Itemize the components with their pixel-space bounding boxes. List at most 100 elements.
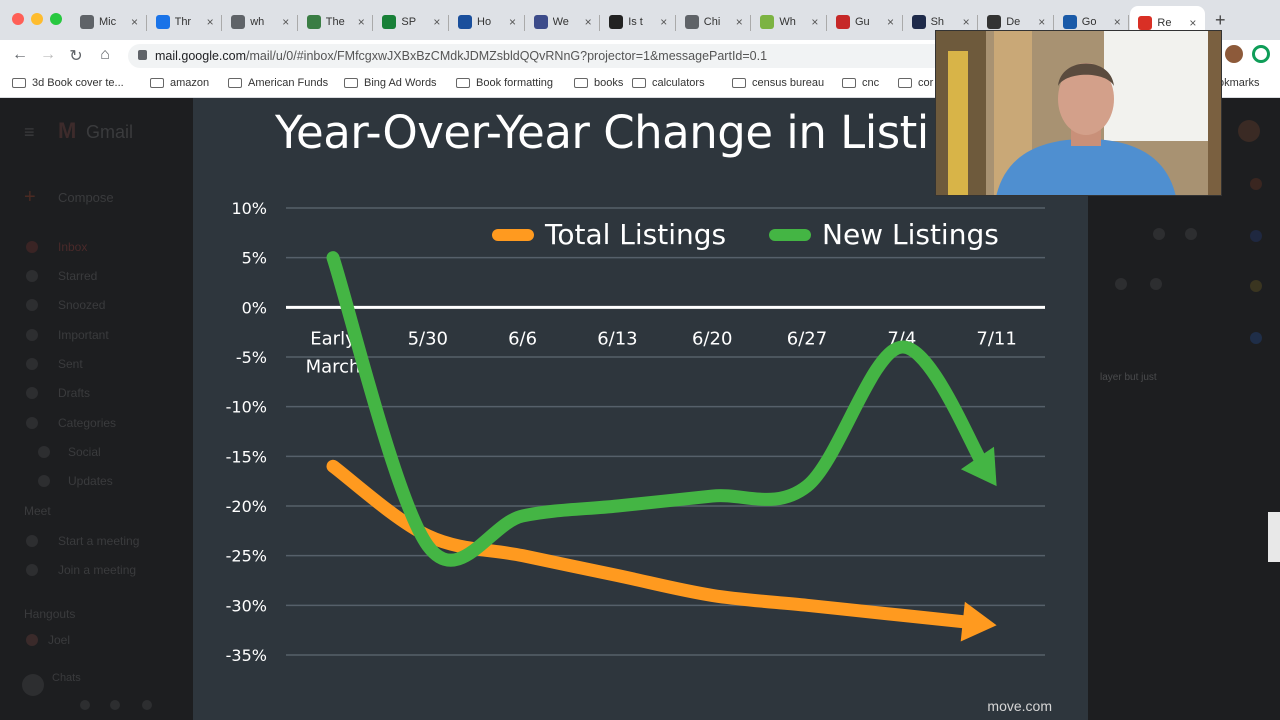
tab-close-icon[interactable]: × bbox=[887, 15, 894, 29]
tab-favicon-icon bbox=[80, 15, 94, 29]
browser-tab[interactable]: Thr × bbox=[148, 8, 223, 36]
tab-favicon-icon bbox=[836, 15, 850, 29]
start-meeting-link[interactable]: Start a meeting bbox=[58, 534, 139, 548]
reply-icon[interactable] bbox=[1150, 278, 1162, 290]
browser-tab[interactable]: Ho × bbox=[450, 8, 525, 36]
browser-tab[interactable]: The × bbox=[299, 8, 374, 36]
browser-tab[interactable]: SP × bbox=[374, 8, 449, 36]
star-icon[interactable] bbox=[1115, 278, 1127, 290]
nav-icon bbox=[26, 299, 38, 311]
nav-item[interactable]: Snoozed bbox=[58, 298, 105, 312]
bookmark-item[interactable]: books bbox=[574, 77, 623, 89]
browser-tab[interactable]: Is t × bbox=[601, 8, 676, 36]
lock-icon bbox=[138, 50, 147, 60]
nav-item[interactable]: Drafts bbox=[58, 386, 90, 400]
tab-favicon-icon bbox=[609, 15, 624, 29]
keep-icon[interactable] bbox=[1250, 280, 1262, 292]
account-avatar[interactable] bbox=[1238, 120, 1260, 142]
nav-item[interactable]: Updates bbox=[68, 474, 113, 488]
tab-close-icon[interactable]: × bbox=[509, 15, 516, 29]
calendar-icon[interactable] bbox=[1250, 178, 1262, 190]
tab-separator bbox=[599, 15, 601, 31]
browser-tab[interactable]: Chi × bbox=[677, 8, 752, 36]
gmail-m-logo-icon: M bbox=[58, 118, 77, 143]
scrollbar-thumb[interactable] bbox=[1268, 512, 1280, 562]
tab-close-icon[interactable]: × bbox=[207, 15, 214, 29]
bookmark-item[interactable]: 3d Book cover te... bbox=[12, 77, 124, 89]
tab-separator bbox=[221, 15, 223, 31]
bookmark-item[interactable]: cnc bbox=[842, 77, 879, 89]
tasks-icon[interactable] bbox=[1250, 230, 1262, 242]
reload-button[interactable]: ↻ bbox=[66, 46, 86, 66]
tab-close-icon[interactable]: × bbox=[282, 15, 289, 29]
tab-close-icon[interactable]: × bbox=[736, 15, 743, 29]
tab-close-icon[interactable]: × bbox=[963, 15, 970, 29]
compose-button[interactable]: Compose bbox=[58, 190, 114, 205]
chat-icon[interactable] bbox=[110, 700, 120, 710]
main-menu-icon[interactable]: ≡ bbox=[24, 122, 35, 143]
bookmark-item[interactable]: amazon bbox=[150, 77, 209, 89]
bookmark-item[interactable]: Bing Ad Words bbox=[344, 77, 437, 89]
contacts-icon[interactable] bbox=[1250, 332, 1262, 344]
nav-icon bbox=[26, 329, 38, 341]
tab-favicon-icon bbox=[684, 15, 699, 29]
close-window-button[interactable] bbox=[12, 13, 24, 25]
bookmark-item[interactable]: American Funds bbox=[228, 77, 328, 89]
bookmark-item[interactable]: census bureau bbox=[732, 77, 824, 89]
print-icon[interactable] bbox=[1153, 228, 1165, 240]
extension-icon[interactable] bbox=[1252, 45, 1270, 63]
forward-button[interactable]: → bbox=[38, 46, 58, 64]
browser-tab[interactable]: Wh × bbox=[752, 8, 827, 36]
open-new-window-icon[interactable] bbox=[1185, 228, 1197, 240]
compose-plus-icon: + bbox=[24, 186, 36, 208]
join-meeting-link[interactable]: Join a meeting bbox=[58, 563, 136, 577]
gmail-brand: Gmail bbox=[86, 122, 134, 142]
bookmark-label: Bing Ad Words bbox=[364, 77, 437, 89]
tab-close-icon[interactable]: × bbox=[433, 15, 440, 29]
tab-favicon-icon bbox=[382, 15, 397, 29]
bookmark-item[interactable]: okmarks bbox=[1218, 77, 1260, 89]
tab-close-icon[interactable]: × bbox=[811, 15, 818, 29]
minimize-window-button[interactable] bbox=[31, 13, 43, 25]
bookmark-item[interactable]: cor bbox=[898, 77, 933, 89]
tab-close-icon[interactable]: × bbox=[358, 15, 365, 29]
folder-icon bbox=[150, 78, 164, 88]
phone-icon[interactable] bbox=[142, 700, 152, 710]
y-tick-label: -30% bbox=[226, 596, 267, 615]
y-tick-label: 5% bbox=[242, 249, 267, 268]
bookmark-item[interactable]: calculators bbox=[632, 77, 705, 89]
folder-icon bbox=[842, 78, 856, 88]
series-line-new-listings bbox=[326, 251, 995, 567]
profile-avatar[interactable] bbox=[1225, 45, 1243, 63]
tab-separator bbox=[826, 15, 827, 31]
bookmark-item[interactable]: Book formatting bbox=[456, 77, 553, 89]
nav-item[interactable]: Social bbox=[68, 445, 101, 459]
nav-item[interactable]: Important bbox=[58, 328, 109, 342]
zoom-window-button[interactable] bbox=[50, 13, 62, 25]
nav-item[interactable]: Categories bbox=[58, 416, 116, 430]
back-button[interactable]: ← bbox=[10, 46, 30, 64]
browser-tab[interactable]: Gu × bbox=[828, 8, 903, 36]
tab-close-icon[interactable]: × bbox=[585, 15, 592, 29]
hangouts-avatar bbox=[26, 634, 38, 646]
browser-tab[interactable]: wh × bbox=[223, 8, 298, 36]
new-tab-button[interactable]: + bbox=[1215, 10, 1226, 31]
bookmark-label: calculators bbox=[652, 77, 705, 89]
browser-tab[interactable]: Mic × bbox=[72, 8, 147, 36]
browser-tab[interactable]: We × bbox=[526, 8, 601, 36]
person-icon[interactable] bbox=[80, 700, 90, 710]
tab-close-icon[interactable]: × bbox=[1038, 15, 1045, 29]
tab-close-icon[interactable]: × bbox=[1189, 16, 1196, 30]
hangouts-user[interactable]: Joel bbox=[48, 633, 70, 647]
x-tick-label: 6/20 bbox=[692, 328, 732, 349]
email-snippet: layer but just bbox=[1100, 372, 1157, 383]
nav-item[interactable]: Starred bbox=[58, 269, 97, 283]
home-button[interactable]: ⌂ bbox=[95, 46, 115, 64]
tab-separator bbox=[750, 15, 752, 31]
tab-favicon-icon bbox=[1138, 16, 1153, 30]
tab-close-icon[interactable]: × bbox=[131, 15, 138, 29]
tab-close-icon[interactable]: × bbox=[1114, 15, 1121, 29]
tab-close-icon[interactable]: × bbox=[660, 15, 667, 29]
nav-item[interactable]: Sent bbox=[58, 357, 83, 371]
nav-item[interactable]: Inbox bbox=[58, 240, 87, 254]
